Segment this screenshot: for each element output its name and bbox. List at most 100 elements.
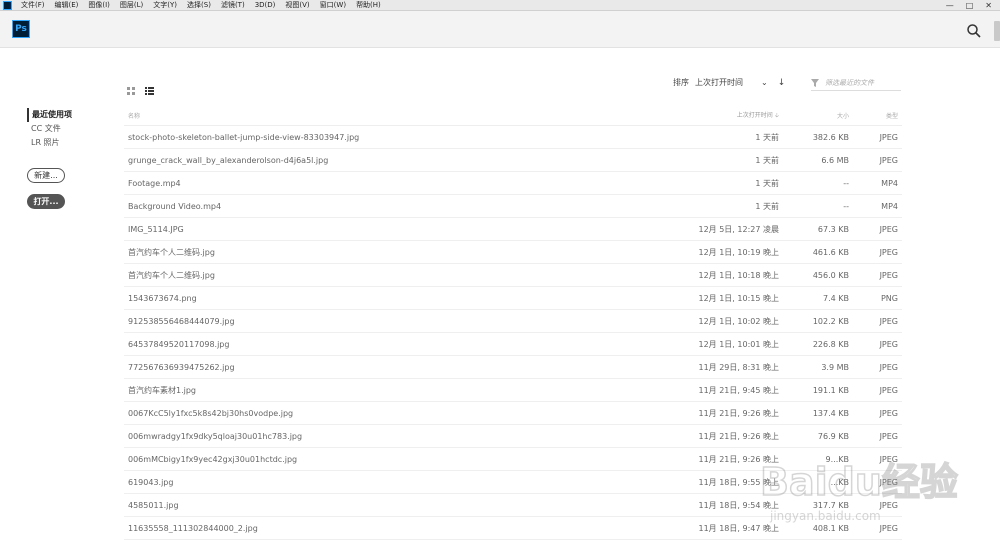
sidebar: 最近使用项 CC 文件 LR 照片 新建... 打开... [27, 108, 117, 209]
new-button[interactable]: 新建... [27, 168, 65, 183]
menu-layer[interactable]: 图层(L) [115, 0, 148, 11]
file-name: Footage.mp4 [128, 178, 181, 188]
file-size: 76.9 KB [817, 431, 849, 441]
ps-app-icon [3, 0, 12, 10]
table-row[interactable]: 11635558_111302844000_2.jpg 11月 18日, 9:47… [124, 517, 902, 540]
file-type: JPEG [879, 316, 898, 326]
filter-field [811, 76, 901, 91]
file-type: JPEG [879, 523, 898, 533]
file-date: 11月 21日, 9:26 晚上 [698, 454, 780, 464]
menu-select[interactable]: 选择(S) [182, 0, 216, 11]
file-name: 006mMCbigy1fx9yec42gxj30u01hctdc.jpg [128, 454, 298, 464]
file-type: JPEG [879, 247, 898, 257]
file-date: 12月 1日, 10:18 晚上 [698, 270, 780, 280]
table-row[interactable]: stock-photo-skeleton-ballet-jump-side-vi… [124, 126, 902, 149]
file-date: 11月 21日, 9:45 晚上 [698, 385, 780, 395]
sort-dropdown[interactable]: 上次打开时间 ⌄ [695, 77, 768, 88]
sidebar-item-cc-files[interactable]: CC 文件 [27, 122, 117, 136]
minimize-button[interactable]: — [946, 1, 954, 10]
open-button[interactable]: 打开... [27, 194, 65, 209]
table-row[interactable]: grunge_crack_wall_by_alexanderolson-d4j6… [124, 149, 902, 172]
file-type: JPEG [879, 500, 898, 510]
table-row[interactable]: 0067KcC5ly1fxc5k8s42bj30hs0vodpe.jpg 11月 … [124, 402, 902, 425]
maximize-button[interactable]: □ [966, 1, 974, 10]
menu-edit[interactable]: 编辑(E) [50, 0, 84, 11]
file-name: 首汽约车个人二维码.jpg [128, 270, 215, 280]
search-icon[interactable] [966, 23, 982, 39]
menu-image[interactable]: 图像(I) [83, 0, 115, 11]
menu-filter[interactable]: 滤镜(T) [216, 0, 250, 11]
file-date: 11月 29日, 8:31 晚上 [698, 362, 780, 372]
file-name: 006mwradgy1fx9dky5qloaj30u01hc783.jpg [128, 431, 303, 441]
menu-window[interactable]: 窗口(W) [315, 0, 351, 11]
table-row[interactable]: 645378495201170​98.jpg 12月 1日, 10:01 晚上 22… [124, 333, 902, 356]
file-type: JPEG [879, 155, 898, 165]
table-row[interactable]: 619043.jpg 11月 18日, 9:55 晚上 ...KB JPEG [124, 471, 902, 494]
table-row[interactable]: 首汽约车个人二维码.jpg 12月 1日, 10:19 晚上 461.6 KB JPE… [124, 241, 902, 264]
file-date: 12月 1日, 10:19 晚上 [698, 247, 780, 257]
file-date: 1 天前 [755, 132, 779, 142]
filter-input[interactable] [825, 79, 895, 87]
file-type: JPEG [879, 408, 898, 418]
sidebar-item-lr-photos[interactable]: LR 照片 [27, 136, 117, 150]
file-size: -- [843, 178, 849, 188]
file-name: grunge_crack_wall_by_alexanderolson-d4j6… [128, 155, 329, 165]
table-row[interactable]: Footage.mp4 1 天前 -- MP4 [124, 172, 902, 195]
table-row[interactable]: 4585011.jpg 11月 18日, 9:54 晚上 317.7 KB JPEG [124, 494, 902, 517]
menu-type[interactable]: 文字(Y) [148, 0, 182, 11]
table-row[interactable]: 772567636939475262.jpg 11月 29日, 8:31 晚上 3.… [124, 356, 902, 379]
menu-help[interactable]: 帮助(H) [351, 0, 386, 11]
file-date: 12月 1日, 10:15 晚上 [698, 293, 780, 303]
file-name: 1543673674.png [128, 293, 197, 303]
sidebar-item-recent[interactable]: 最近使用项 [27, 108, 117, 122]
menu-bar: 文件(F) 编辑(E) 图像(I) 图层(L) 文字(Y) 选择(S) 滤镜(T… [0, 0, 1000, 11]
file-size: 3.9 MB [821, 362, 849, 372]
file-size: 317.7 KB [812, 500, 849, 510]
chevron-down-icon: ⌄ [761, 78, 768, 87]
sort-value: 上次打开时间 [695, 78, 743, 87]
file-name: 首汽约车素材1.jpg [128, 385, 197, 395]
file-date: 1 天前 [755, 178, 779, 188]
table-row[interactable]: 912538556468444079.jpg 12月 1日, 10:02 晚上 10… [124, 310, 902, 333]
table-row[interactable]: 首汽约车个人二维码.jpg 12月 1日, 10:18 晚上 456.0 KB JPE… [124, 264, 902, 287]
file-date: 11月 18日, 9:55 晚上 [698, 477, 780, 487]
file-size: ...KB [830, 477, 849, 487]
table-row[interactable]: 006mwradgy1fx9dky5qloaj30u01hc783.jpg 11月… [124, 425, 902, 448]
table-row[interactable]: Background Video.mp4 1 天前 -- MP4 [124, 195, 902, 218]
filter-icon [811, 79, 819, 87]
file-name: 首汽约车个人二维码.jpg [128, 247, 215, 257]
ps-logo: Ps [12, 20, 30, 38]
table-row[interactable]: 1543673674.png 12月 1日, 10:15 晚上 7.4 KB PNG [124, 287, 902, 310]
sort-direction-icon[interactable]: ↓ [778, 78, 786, 88]
col-header-name[interactable]: 名称 [124, 111, 684, 120]
col-header-size[interactable]: 大小 [779, 111, 849, 120]
col-header-date[interactable]: 上次打开时间 🡣 [684, 110, 779, 121]
file-type: PNG [880, 293, 898, 303]
table-body: stock-photo-skeleton-ballet-jump-side-vi… [124, 126, 902, 540]
file-date: 12月 1日, 10:01 晚上 [698, 339, 780, 349]
col-header-type[interactable]: 类型 [849, 111, 902, 120]
file-date: 12月 1日, 10:02 晚上 [698, 316, 780, 326]
table-header: 名称 上次打开时间 🡣 大小 类型 [124, 106, 902, 126]
file-size: 456.0 KB [812, 270, 849, 280]
menu-view[interactable]: 视图(V) [280, 0, 314, 11]
file-type: JPEG [879, 224, 898, 234]
list-view-icon[interactable] [145, 80, 154, 95]
file-size: 191.1 KB [812, 385, 849, 395]
grid-view-icon[interactable] [127, 80, 135, 95]
table-row[interactable]: 006mMCbigy1fx9yec42gxj30u01hctdc.jpg 11月 … [124, 448, 902, 471]
file-type: JPEG [879, 477, 898, 487]
recent-files-table: 名称 上次打开时间 🡣 大小 类型 stock-photo-skeleton-b… [124, 106, 902, 540]
table-row[interactable]: IMG_5114.JPG 12月 5日, 12:27 凌晨 67.3 KB JPEG [124, 218, 902, 241]
close-button[interactable]: ✕ [985, 1, 992, 10]
menu-3d[interactable]: 3D(D) [250, 0, 281, 11]
scrollbar[interactable] [994, 21, 1000, 41]
file-size: 408.1 KB [812, 523, 849, 533]
file-size: 102.2 KB [812, 316, 849, 326]
menu-file[interactable]: 文件(F) [16, 0, 50, 11]
table-row[interactable]: 首汽约车素材1.jpg 11月 21日, 9:45 晚上 191.1 KB JPEG [124, 379, 902, 402]
window-controls: — □ ✕ [946, 1, 1000, 10]
file-name: 0067KcC5ly1fxc5k8s42bj30hs0vodpe.jpg [128, 408, 294, 418]
file-name: 645378495201170​98.jpg [128, 339, 230, 349]
file-date: 11月 21日, 9:26 晚上 [698, 408, 780, 418]
